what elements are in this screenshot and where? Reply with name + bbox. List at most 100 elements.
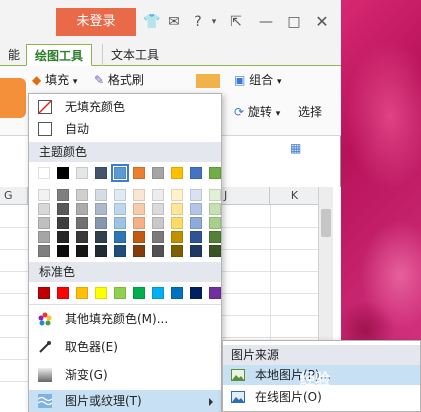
theme-shade-swatch[interactable] [171, 189, 183, 201]
tab-drawing-tools[interactable]: 绘图工具 [26, 44, 93, 66]
theme-shade-swatch[interactable] [190, 231, 202, 243]
eyedropper-item[interactable]: 取色器(E) [29, 336, 221, 358]
standard-color-swatch[interactable] [76, 287, 88, 299]
align-icon[interactable]: ▦ [290, 140, 301, 156]
theme-shade-swatch[interactable] [57, 203, 69, 215]
shirt-icon[interactable]: 👕 [142, 12, 162, 32]
theme-color-swatch[interactable] [57, 167, 69, 179]
restore-icon[interactable]: ⇱ [226, 12, 246, 32]
theme-shade-swatch[interactable] [95, 245, 107, 257]
group-button[interactable]: ▣ 组合 ▾ [234, 72, 282, 90]
format-painter-button[interactable]: ✎ 格式刷 [94, 72, 144, 88]
standard-color-swatch[interactable] [152, 287, 164, 299]
login-button[interactable]: 未登录 [56, 8, 136, 36]
theme-color-swatch[interactable] [76, 167, 88, 179]
theme-shade-swatch[interactable] [171, 203, 183, 215]
select-button[interactable]: 选择 [298, 104, 322, 120]
theme-shade-swatch[interactable] [190, 245, 202, 257]
maximize-icon[interactable]: □ [284, 12, 304, 32]
theme-shade-swatch[interactable] [76, 231, 88, 243]
theme-shade-swatch[interactable] [57, 189, 69, 201]
theme-shade-swatch[interactable] [171, 231, 183, 243]
theme-shade-swatch[interactable] [57, 217, 69, 229]
column-header-k[interactable]: K [270, 187, 320, 205]
standard-color-swatch[interactable] [209, 287, 221, 299]
theme-shade-swatch[interactable] [190, 189, 202, 201]
standard-color-swatch[interactable] [57, 287, 69, 299]
theme-shade-swatch[interactable] [76, 245, 88, 257]
theme-shade-swatch[interactable] [95, 217, 107, 229]
standard-color-swatch[interactable] [133, 287, 145, 299]
theme-color-swatch[interactable] [95, 167, 107, 179]
theme-shade-swatch[interactable] [209, 245, 221, 257]
theme-shade-swatch[interactable] [95, 231, 107, 243]
theme-shade-swatch[interactable] [171, 245, 183, 257]
auto-fill-item[interactable]: 自动 [29, 118, 221, 140]
theme-shade-swatch[interactable] [38, 217, 50, 229]
theme-shade-swatch[interactable] [114, 245, 126, 257]
fill-button[interactable]: ◆ 填充 ▾ [32, 72, 92, 90]
shape-style-button[interactable] [0, 78, 26, 118]
theme-shade-swatch[interactable] [209, 203, 221, 215]
standard-color-swatch[interactable] [114, 287, 126, 299]
theme-shade-swatch[interactable] [76, 189, 88, 201]
rotate-button[interactable]: ⟳ 旋转 ▾ [234, 104, 280, 122]
theme-shade-swatch[interactable] [38, 189, 50, 201]
theme-shade-swatch[interactable] [133, 189, 145, 201]
theme-shade-swatch[interactable] [133, 245, 145, 257]
standard-color-swatch[interactable] [190, 287, 202, 299]
theme-shade-swatch[interactable] [114, 231, 126, 243]
shape-preview-icon[interactable] [196, 74, 220, 88]
minimize-icon[interactable]: — [256, 12, 276, 32]
theme-shade-swatch[interactable] [152, 203, 164, 215]
theme-shade-swatch[interactable] [171, 217, 183, 229]
theme-shade-swatch[interactable] [114, 217, 126, 229]
theme-shade-swatch[interactable] [152, 189, 164, 201]
tab-partial[interactable]: 能 [0, 44, 28, 66]
theme-shade-swatch[interactable] [57, 231, 69, 243]
theme-color-swatch[interactable] [209, 167, 221, 179]
more-fill-colors-item[interactable]: 其他填充颜色(M)... [29, 308, 221, 330]
theme-shade-swatch[interactable] [209, 217, 221, 229]
scrollbar-thumb[interactable] [321, 209, 331, 237]
theme-shade-swatch[interactable] [133, 231, 145, 243]
theme-color-swatch[interactable] [190, 167, 202, 179]
no-fill-item[interactable]: 无填充颜色 [29, 96, 221, 118]
dropdown-icon[interactable]: ▾ [204, 12, 224, 32]
picture-texture-item[interactable]: 图片或纹理(T) [29, 390, 221, 412]
theme-shade-swatch[interactable] [76, 203, 88, 215]
theme-shade-swatch[interactable] [38, 245, 50, 257]
theme-shade-swatch[interactable] [190, 217, 202, 229]
theme-shade-swatch[interactable] [95, 203, 107, 215]
theme-color-swatch[interactable] [171, 167, 183, 179]
theme-shade-swatch[interactable] [76, 217, 88, 229]
theme-shade-swatch[interactable] [114, 189, 126, 201]
theme-shade-swatch[interactable] [57, 245, 69, 257]
standard-color-swatch[interactable] [95, 287, 107, 299]
theme-color-swatch[interactable] [133, 167, 145, 179]
chat-icon[interactable]: ✉ [164, 12, 184, 32]
column-header-g[interactable]: G [0, 187, 28, 205]
tab-text-tools[interactable]: 文本工具 [102, 44, 167, 66]
column-header-j[interactable]: J [222, 187, 270, 205]
theme-shade-swatch[interactable] [95, 189, 107, 201]
online-picture-item[interactable]: 在线图片(O) [223, 387, 420, 407]
standard-color-swatch[interactable] [38, 287, 50, 299]
theme-shade-swatch[interactable] [133, 203, 145, 215]
close-icon[interactable]: ✕ [312, 12, 332, 32]
gradient-item[interactable]: 渐变(G) [29, 364, 221, 386]
theme-shade-swatch[interactable] [152, 217, 164, 229]
theme-color-swatch[interactable] [152, 167, 164, 179]
standard-color-swatch[interactable] [171, 287, 183, 299]
theme-shade-swatch[interactable] [152, 231, 164, 243]
theme-shade-swatch[interactable] [133, 217, 145, 229]
theme-shade-swatch[interactable] [152, 245, 164, 257]
theme-shade-swatch[interactable] [209, 189, 221, 201]
theme-shade-swatch[interactable] [209, 231, 221, 243]
theme-shade-swatch[interactable] [38, 203, 50, 215]
theme-shade-swatch[interactable] [114, 203, 126, 215]
theme-color-swatch[interactable] [38, 167, 50, 179]
theme-color-swatch[interactable] [111, 164, 129, 182]
theme-shade-swatch[interactable] [190, 203, 202, 215]
theme-shade-swatch[interactable] [38, 231, 50, 243]
